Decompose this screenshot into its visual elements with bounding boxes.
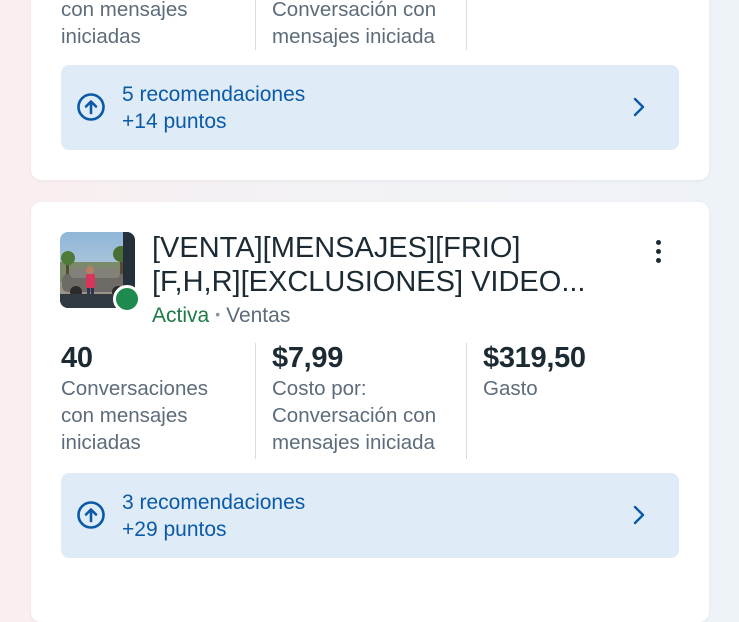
objective-label: Ventas [226,304,291,327]
arrow-up-circle-icon [77,93,105,121]
metric-label-line: Conversación con [272,0,437,21]
metric-label-line: mensajes iniciada [272,431,435,454]
metric-label-line: Conversaciones [61,377,208,400]
metric-label-line: iniciadas [61,431,141,454]
status-label: Activa [152,304,210,327]
metric-conversations: con mensajes iniciadas [61,0,255,50]
recommendations-count: 3 recomendaciones [122,491,306,514]
more-options-button[interactable] [648,237,668,267]
recommendations-button[interactable]: 3 recomendaciones +29 puntos [61,473,679,558]
metric-label-line: Conversación con [272,404,437,427]
metric-value: $319,50 [483,342,586,374]
metric-value: $7,99 [272,342,344,374]
recommendations-button[interactable]: 5 recomendaciones +14 puntos [61,65,679,150]
more-vertical-icon-dot [655,249,661,254]
campaign-card-previous[interactable]: con mensajes iniciadas Conversación con … [31,0,709,180]
more-vertical-icon-dot [655,258,661,263]
metric-label-line: iniciadas [61,25,141,48]
ad-title[interactable]: [VENTA][MENSAJES][FRIO] [F,H,R][EXCLUSIO… [152,231,622,299]
status-separator: • [215,306,221,322]
ad-status-row: Activa • Ventas [152,301,290,329]
metric-cost-per-result: $7,99 Costo por: Conversación con mensaj… [272,341,466,456]
recommendations-points: +14 puntos [122,110,227,133]
metric-divider [255,343,256,459]
chevron-right-icon [633,505,645,525]
more-vertical-icon [655,240,661,245]
active-status-dot [113,285,141,313]
metric-label-line: Costo por: [272,377,367,400]
metric-conversations: 40 Conversaciones con mensajes iniciadas [61,341,255,456]
arrow-up-circle-icon [77,501,105,529]
metric-spend: $319,50 Gasto [483,341,677,402]
campaign-card[interactable]: [VENTA][MENSAJES][FRIO] [F,H,R][EXCLUSIO… [31,202,709,622]
metric-label-line: con mensajes [61,0,188,21]
metric-label-line: Gasto [483,377,538,400]
chevron-right-icon [633,97,645,117]
metric-value: 40 [61,342,93,374]
metric-label-line: mensajes iniciada [272,25,435,48]
metric-divider [255,0,256,50]
ad-title-line: [VENTA][MENSAJES][FRIO] [152,232,521,264]
recommendations-count: 5 recomendaciones [122,83,306,106]
metric-divider [466,343,467,459]
recommendations-points: +29 puntos [122,518,227,541]
ad-title-line: [F,H,R][EXCLUSIONES] VIDEO... [152,266,586,298]
metric-cost-per-result: Conversación con mensajes iniciada [272,0,466,50]
metric-divider [466,0,467,50]
metric-label-line: con mensajes [61,404,188,427]
